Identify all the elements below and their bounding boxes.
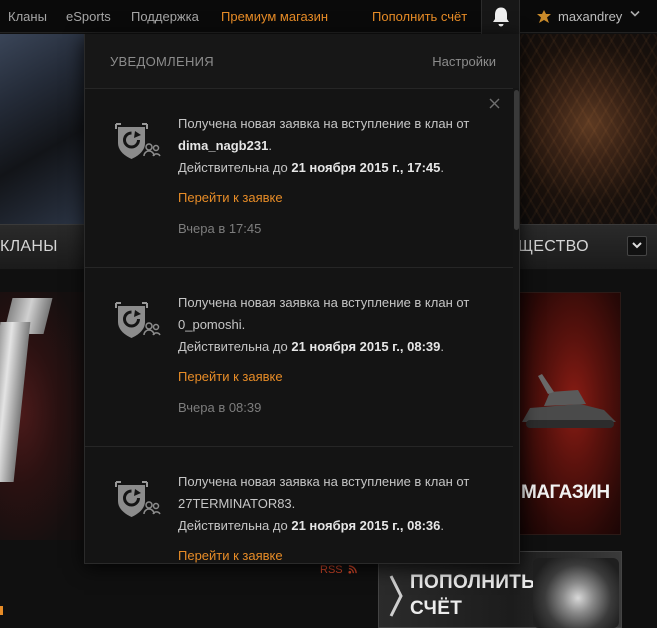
notification-player: 27TERMINATOR83 (178, 496, 292, 511)
nav-link-premium-shop[interactable]: Премиум магазин (221, 9, 328, 24)
notification-text: Получена новая заявка на вступление в кл… (178, 474, 470, 533)
hero-image-left (0, 34, 84, 224)
promo-banner-left[interactable] (0, 292, 84, 540)
go-to-request-link[interactable]: Перейти к заявке (178, 190, 283, 205)
notification-message: Получена новая заявка на вступление в кл… (178, 295, 470, 310)
clan-request-icon (115, 302, 161, 338)
notifications-settings-link[interactable]: Настройки (432, 54, 496, 69)
notification-valid-until: 21 ноября 2015 г., 17:45 (291, 160, 441, 175)
notification-item: Получена новая заявка на вступление в кл… (85, 88, 513, 268)
notifications-button[interactable] (481, 0, 520, 34)
notification-valid-label: Действительна до (178, 339, 288, 354)
nav-link-esports[interactable]: eSports (66, 9, 111, 24)
notification-text: Получена новая заявка на вступление в кл… (178, 116, 470, 175)
notification-valid-until: 21 ноября 2015 г., 08:36 (291, 518, 441, 533)
notification-item: Получена новая заявка на вступление в кл… (85, 446, 513, 563)
notification-item: Получена новая заявка на вступление в кл… (85, 267, 513, 447)
page: КЛАНЫ ЩЕСТВО МАГАЗИН RSS ПОПОЛНИТЬ СЧЁТ … (0, 0, 657, 628)
topup-label-line2: СЧЁТ (410, 598, 463, 619)
go-to-request-link[interactable]: Перейти к заявке (178, 369, 283, 384)
notification-valid-label: Действительна до (178, 160, 288, 175)
rss-label: RSS (320, 564, 343, 576)
nav-link-clans[interactable]: Кланы (8, 9, 47, 24)
section-clans-label[interactable]: КЛАНЫ (0, 238, 58, 256)
clan-request-icon (115, 123, 161, 159)
notification-text: Получена новая заявка на вступление в кл… (178, 295, 470, 354)
bell-icon (493, 7, 509, 27)
chevron-right-icon (389, 575, 403, 617)
clan-request-icon (115, 481, 161, 517)
chevron-down-icon (632, 242, 642, 249)
top-navigation: Кланы eSports Поддержка Премиум магазин … (0, 0, 657, 34)
hex-pattern (520, 34, 657, 224)
chevron-down-icon (630, 10, 640, 17)
rss-icon (348, 565, 357, 574)
notifications-header: УВЕДОМЛЕНИЯ Настройки (85, 34, 519, 88)
notification-time: Вчера в 17:45 (178, 221, 262, 236)
scrollbar-thumb[interactable] (514, 90, 519, 230)
premium-shop-label: МАГАЗИН (521, 482, 610, 503)
topup-label-line1: ПОПОЛНИТЬ (410, 572, 536, 593)
vault-image (533, 558, 619, 628)
clan-emblem-icon (537, 10, 551, 23)
tank-icon (522, 374, 616, 428)
go-to-request-link[interactable]: Перейти к заявке (178, 548, 283, 563)
notification-player: dima_nagb231 (178, 138, 269, 153)
rss-link[interactable]: RSS (320, 564, 357, 576)
accent-mark (0, 606, 3, 615)
section-dropdown-button[interactable] (627, 236, 647, 256)
notifications-title: УВЕДОМЛЕНИЯ (110, 54, 214, 69)
notification-message: Получена новая заявка на вступление в кл… (178, 116, 470, 131)
banner-digit (0, 322, 31, 482)
notification-message: Получена новая заявка на вступление в кл… (178, 474, 470, 489)
notification-valid-until: 21 ноября 2015 г., 08:39 (291, 339, 441, 354)
notification-player: 0_pomoshi (178, 317, 242, 332)
nav-link-topup[interactable]: Пополнить счёт (372, 9, 467, 24)
user-name: maxandrey (558, 9, 623, 24)
notification-time: Вчера в 08:39 (178, 400, 262, 415)
notification-valid-label: Действительна до (178, 518, 288, 533)
notifications-panel: УВЕДОМЛЕНИЯ Настройки Получена новая зая… (84, 34, 520, 564)
nav-link-support[interactable]: Поддержка (131, 9, 199, 24)
section-community-label[interactable]: ЩЕСТВО (518, 238, 589, 256)
